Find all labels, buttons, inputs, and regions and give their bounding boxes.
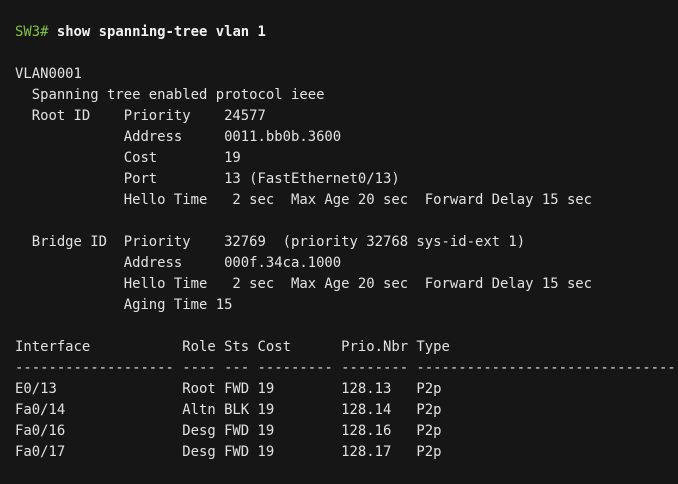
output-line: Hello Time 2 sec Max Age 20 sec Forward …	[15, 192, 593, 208]
command: show spanning-tree vlan 1	[56, 24, 266, 40]
table-separator: ------------------- ---- --- --------- -…	[15, 360, 678, 376]
prompt: SW3#	[15, 24, 49, 40]
table-row: Fa0/14 Altn BLK 19 128.14 P2p	[15, 402, 442, 418]
output-line: Bridge ID Priority 32769 (priority 32768…	[15, 234, 526, 250]
output-line: Spanning tree enabled protocol ieee	[15, 87, 325, 103]
output-line: Port 13 (FastEthernet0/13)	[15, 171, 400, 187]
output-line: Aging Time 15	[15, 297, 233, 313]
terminal-output: SW3# show spanning-tree vlan 1 VLAN0001 …	[0, 0, 678, 463]
table-row: Fa0/16 Desg FWD 19 128.16 P2p	[15, 423, 442, 439]
output-line: Hello Time 2 sec Max Age 20 sec Forward …	[15, 276, 593, 292]
command-line: SW3# show spanning-tree vlan 1	[15, 22, 678, 43]
output-line: Address 000f.34ca.1000	[15, 255, 342, 271]
vlan-header: VLAN0001	[15, 66, 82, 82]
table-row: E0/13 Root FWD 19 128.13 P2p	[15, 381, 442, 397]
output-line: Address 0011.bb0b.3600	[15, 129, 342, 145]
output-line: Cost 19	[15, 150, 241, 166]
table-row: Fa0/17 Desg FWD 19 128.17 P2p	[15, 444, 442, 460]
output-line: Root ID Priority 24577	[15, 108, 266, 124]
table-header: Interface Role Sts Cost Prio.Nbr Type	[15, 339, 450, 355]
